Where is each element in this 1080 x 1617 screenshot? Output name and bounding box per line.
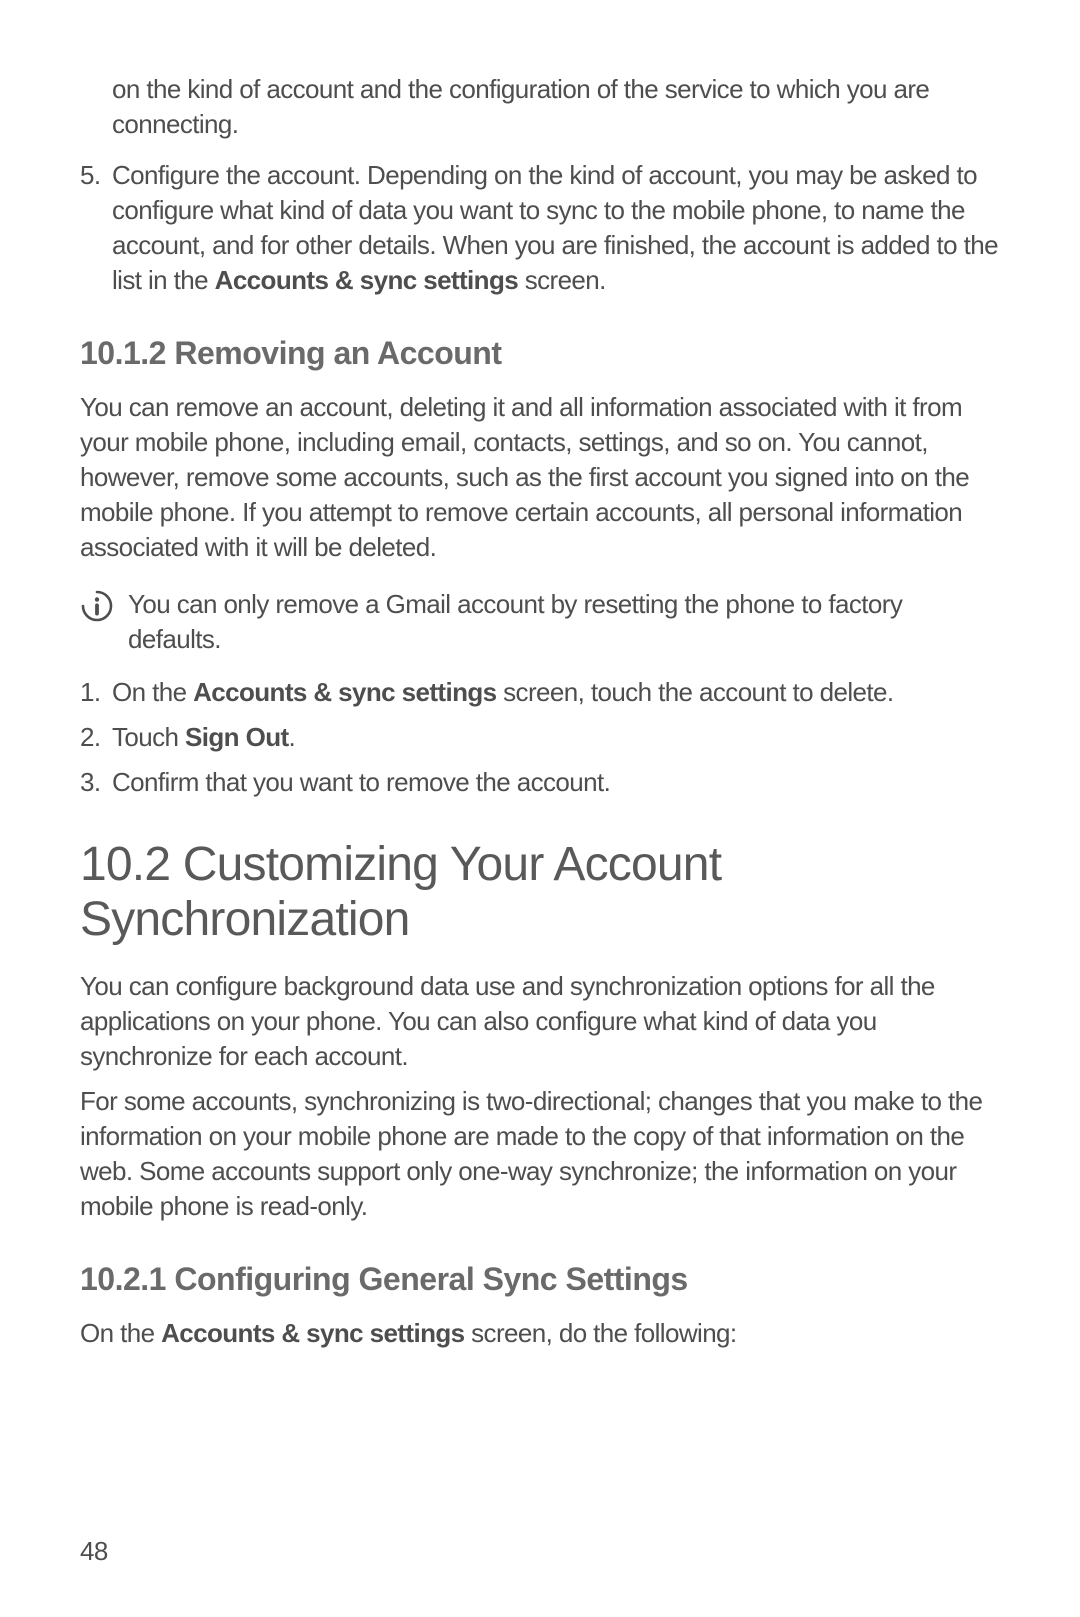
sync-paragraph-1: You can configure background data use an… bbox=[80, 969, 1000, 1074]
rm2-bold: Sign Out bbox=[185, 722, 289, 752]
heading-10-1-2: 10.1.2 Removing an Account bbox=[80, 335, 1000, 372]
remove-step-1: 1. On the Accounts & sync settings scree… bbox=[80, 675, 1000, 710]
remove-step-3-num: 3. bbox=[80, 765, 112, 800]
config-general-paragraph: On the Accounts & sync settings screen, … bbox=[80, 1316, 1000, 1351]
step-5-body: Configure the account. Depending on the … bbox=[112, 158, 1000, 298]
sync-paragraph-2: For some accounts, synchronizing is two-… bbox=[80, 1084, 1000, 1224]
cfg-a: On the bbox=[80, 1318, 161, 1348]
info-icon bbox=[80, 589, 114, 623]
remove-account-paragraph: You can remove an account, deleting it a… bbox=[80, 390, 1000, 565]
rm2-b: . bbox=[289, 722, 296, 752]
rm1-b: screen, touch the account to delete. bbox=[497, 677, 894, 707]
step5-text-b: screen. bbox=[518, 265, 606, 295]
heading-10-2-1: 10.2.1 Configuring General Sync Settings bbox=[80, 1261, 1000, 1298]
cfg-bold: Accounts & sync settings bbox=[161, 1318, 464, 1348]
heading-10-2: 10.2 Customizing Your Account Synchroniz… bbox=[80, 837, 1000, 947]
remove-step-2-body: Touch Sign Out. bbox=[112, 720, 1000, 755]
remove-step-2-num: 2. bbox=[80, 720, 112, 755]
rm2-a: Touch bbox=[112, 722, 185, 752]
remove-step-3: 3. Confirm that you want to remove the a… bbox=[80, 765, 1000, 800]
rm1-a: On the bbox=[112, 677, 193, 707]
remove-step-3-body: Confirm that you want to remove the acco… bbox=[112, 765, 1000, 800]
rm3-a: Confirm that you want to remove the acco… bbox=[112, 767, 610, 797]
step5-bold: Accounts & sync settings bbox=[215, 265, 518, 295]
continuation-paragraph: on the kind of account and the configura… bbox=[80, 72, 1000, 142]
rm1-bold: Accounts & sync settings bbox=[193, 677, 496, 707]
remove-step-1-body: On the Accounts & sync settings screen, … bbox=[112, 675, 1000, 710]
cfg-b: screen, do the following: bbox=[465, 1318, 737, 1348]
step-5: 5. Configure the account. Depending on t… bbox=[80, 158, 1000, 298]
remove-step-1-num: 1. bbox=[80, 675, 112, 710]
page-number: 48 bbox=[80, 1536, 108, 1567]
info-callout: You can only remove a Gmail account by r… bbox=[80, 587, 1000, 657]
remove-step-2: 2. Touch Sign Out. bbox=[80, 720, 1000, 755]
info-callout-text: You can only remove a Gmail account by r… bbox=[128, 587, 1000, 657]
step-5-number: 5. bbox=[80, 158, 112, 298]
